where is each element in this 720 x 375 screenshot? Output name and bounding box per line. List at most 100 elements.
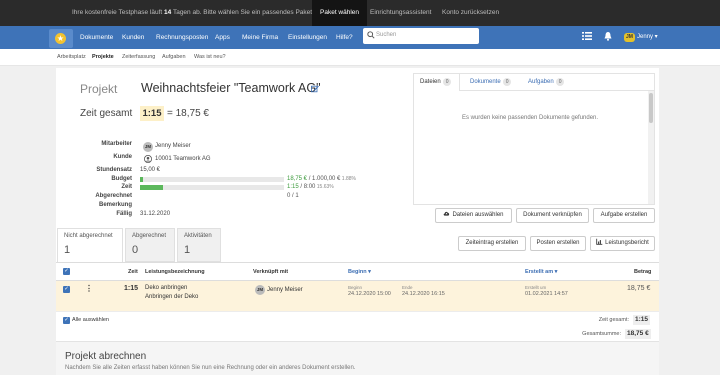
subnav-aufgaben[interactable]: Aufgaben (162, 54, 186, 60)
reset-account-button[interactable]: Konto zurücksetzen (434, 0, 507, 26)
nav-kunden[interactable]: Kunden (122, 26, 144, 49)
tab-nicht-abgerechnet[interactable]: Nicht abgerechnet 1 (57, 228, 123, 263)
stundensatz-value: 15,00 € (140, 167, 161, 173)
tab-aufgaben[interactable]: Aufgaben 0 (522, 74, 565, 91)
row-user-link[interactable]: Jenny Meiser (267, 287, 303, 293)
project-title: Weihnachtsfeier "Teamwork AG" (141, 81, 321, 95)
subnav-projekte[interactable]: Projekte (92, 54, 114, 60)
tab-aktivitaeten[interactable]: Aktivitäten 1 (177, 228, 221, 262)
project-card: Projekt Weihnachtsfeier "Teamwork AG" Ze… (56, 68, 659, 375)
logo[interactable]: ★ (49, 29, 73, 48)
budget-progress-fill (140, 177, 143, 182)
documents-tabs: Dateien 0 Dokumente 0 Aufgaben 0 (414, 74, 654, 91)
subnav-was-ist-neu[interactable]: Was ist neu? (194, 54, 226, 60)
empty-message: Es wurden keine passenden Dokumente gefu… (461, 115, 599, 121)
row-ende: 24.12.2020 16:15 (402, 291, 445, 297)
abgerechnet-label: Abgerechnet (95, 193, 132, 199)
leistungsbericht-button[interactable]: Leistungsbericht (590, 236, 655, 251)
stundensatz-label: Stundensatz (96, 167, 132, 173)
subnav-zeiterfassung[interactable]: Zeiterfassung (122, 54, 155, 60)
bell-icon[interactable] (603, 31, 613, 41)
column-betrag: Betrag (634, 269, 652, 275)
cloud-upload-icon (444, 211, 450, 216)
sum-zeit-value: 1:15 (633, 315, 651, 325)
row-erstellt-label: Erstellt um (525, 285, 547, 290)
table-row[interactable]: ✓ ⋮ 1:15 Deko anbringen Anbringen der De… (56, 281, 659, 312)
column-beginn[interactable]: Beginn ▾ (348, 269, 371, 275)
dokument-verknuepfen-button[interactable]: Dokument verknüpfen (516, 208, 589, 223)
faellig-label: Fällig (116, 211, 132, 217)
zeit-gesamt-amount: = 18,75 € (167, 108, 209, 119)
subnav-arbeitsplatz[interactable]: Arbeitsplatz (57, 54, 86, 60)
scrollbar[interactable] (648, 91, 654, 204)
avatar: JM (143, 142, 153, 152)
search-icon (367, 31, 375, 39)
trial-bar: Ihre kostenfreie Testphase läuft 14 Tage… (0, 0, 720, 26)
nav-hilfe[interactable]: Hilfe? (336, 26, 353, 49)
project-label: Projekt (80, 82, 118, 96)
column-zeit: Zeit (128, 269, 138, 275)
abrechnen-title: Projekt abrechnen (65, 351, 147, 362)
posten-erstellen-button[interactable]: Posten erstellen (530, 236, 586, 251)
tab-dateien[interactable]: Dateien 0 (414, 74, 460, 91)
budget-progress-bar (140, 177, 284, 182)
row-beginn-label: Beginn (348, 285, 363, 290)
nav-meine-firma[interactable]: Meine Firma (242, 26, 278, 49)
row-beginn: 24.12.2020 15:00 (348, 291, 391, 297)
zeit-value: 1:15 / 8:00 15.63% (287, 184, 334, 190)
aufgabe-erstellen-button[interactable]: Aufgabe erstellen (593, 208, 655, 223)
setup-assistant-button[interactable]: Einrichtungsassistent (362, 0, 439, 26)
zeit-gesamt-value: 1:15 (140, 106, 164, 121)
dateien-auswaehlen-button[interactable]: Dateien auswählen (435, 208, 512, 223)
abgerechnet-value: 0 / 1 (287, 193, 299, 199)
sum-betrag-value: 18,75 € (625, 329, 651, 339)
abrechnen-subtitle: Nachdem Sie alle Zeiten erfasst haben kö… (65, 365, 356, 371)
choose-package-button[interactable]: Paket wählen (312, 0, 368, 26)
edit-icon[interactable] (311, 85, 319, 93)
chart-icon (596, 238, 603, 245)
user-avatar[interactable]: JM (624, 33, 635, 42)
select-all-label[interactable]: Alle auswählen (72, 317, 109, 323)
nav-apps[interactable]: Apps (215, 26, 230, 49)
trial-message: Ihre kostenfreie Testphase läuft 14 Tage… (72, 9, 314, 16)
main-navbar: ★ Dokumente Kunden Rechnungsposten Apps … (0, 26, 720, 49)
avatar: JM (255, 285, 265, 295)
search-input[interactable]: Suchen (363, 28, 479, 44)
column-verknuepft: Verknüpft mit (253, 269, 289, 275)
zeiteintrag-erstellen-button[interactable]: Zeiteintrag erstellen (458, 236, 526, 251)
list-icon[interactable] (582, 31, 592, 41)
select-all-bottom-checkbox[interactable]: ✓ (63, 317, 70, 324)
sum-betrag-label: Gesamtsumme: (582, 331, 621, 337)
user-icon (144, 155, 152, 163)
row-leistung-desc: Anbringen der Deko (145, 294, 199, 300)
mitarbeiter-link[interactable]: Jenny Meiser (155, 143, 191, 149)
documents-panel: Dateien 0 Dokumente 0 Aufgaben 0 Es wurden … (413, 73, 655, 205)
column-erstellt[interactable]: Erstellt am ▾ (525, 269, 557, 275)
row-erstellt: 01.02.2021 14:57 (525, 291, 568, 297)
select-all-checkbox[interactable]: ✓ (63, 268, 70, 275)
sum-zeit-label: Zeit gesamt: (598, 317, 629, 323)
star-icon: ★ (55, 33, 66, 44)
tab-dokumente[interactable]: Dokumente 0 (464, 74, 512, 91)
tab-abgerechnet[interactable]: Abgerechnet 0 (125, 228, 175, 262)
column-leistung: Leistungsbezeichnung (145, 269, 205, 275)
row-menu-icon[interactable]: ⋮ (85, 285, 93, 293)
budget-label: Budget (111, 176, 132, 182)
bemerkung-label: Bemerkung (98, 202, 132, 208)
row-ende-label: Ende (402, 285, 413, 290)
user-menu[interactable]: Jenny ▾ (637, 26, 658, 49)
sub-navigation: Arbeitsplatz Projekte Zeiterfassung Aufg… (0, 49, 720, 66)
abrechnen-panel: Projekt abrechnen Nachdem Sie alle Zeite… (56, 341, 659, 375)
nav-dokumente[interactable]: Dokumente (80, 26, 113, 49)
kunde-label: Kunde (113, 154, 132, 160)
row-checkbox[interactable]: ✓ (63, 286, 70, 293)
search-placeholder: Suchen (376, 32, 397, 38)
budget-value: 18,75 € / 1.000,00 € 1.88% (287, 176, 356, 182)
kunde-link[interactable]: 10001 Teamwork AG (155, 156, 211, 162)
nav-rechnungsposten[interactable]: Rechnungsposten (156, 26, 208, 49)
row-zeit: 1:15 (124, 285, 139, 292)
nav-einstellungen[interactable]: Einstellungen (288, 26, 327, 49)
table-header: ✓ Zeit Leistungsbezeichnung Verknüpft mi… (56, 262, 659, 281)
row-leistung-title: Deko anbringen (145, 285, 188, 291)
mitarbeiter-label: Mitarbeiter (101, 141, 132, 147)
